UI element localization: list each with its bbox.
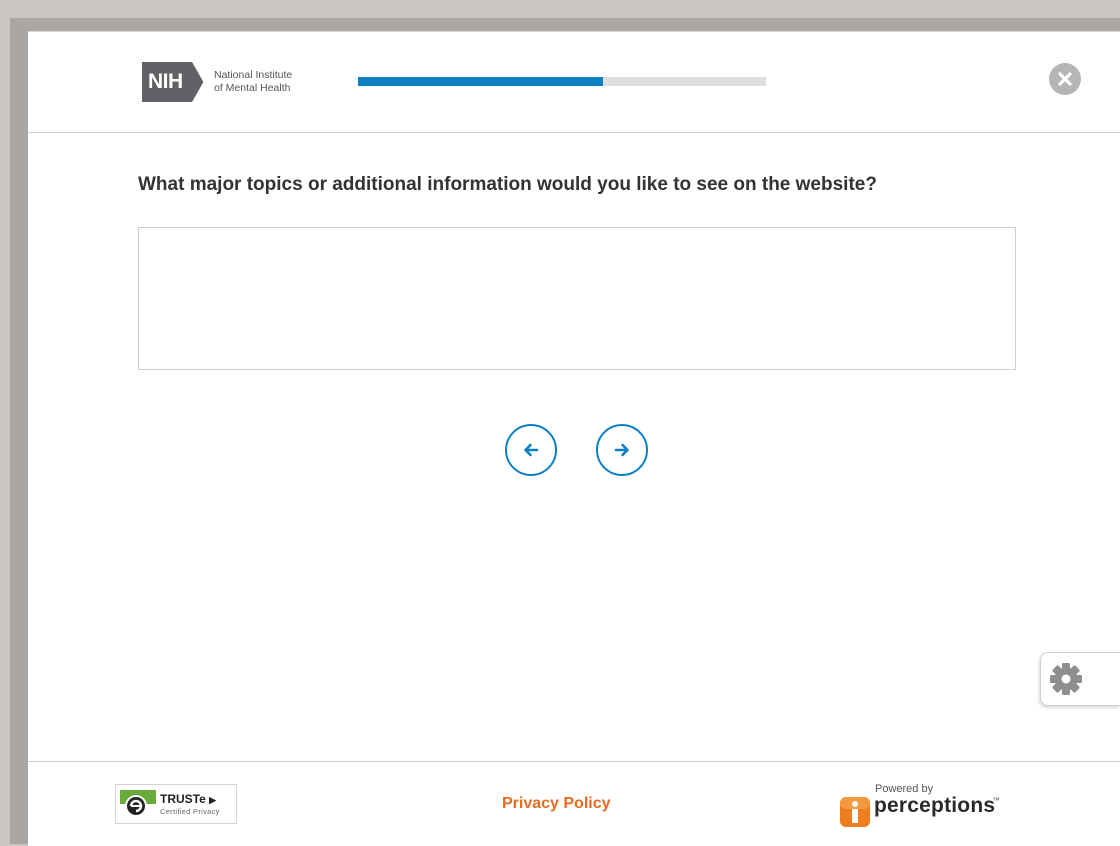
survey-dialog: NIH National Institute of Mental Health … <box>28 31 1120 846</box>
privacy-policy-link[interactable]: Privacy Policy <box>502 795 611 813</box>
nih-logo-badge: NIH <box>142 62 204 102</box>
logo-line-2: of Mental Health <box>214 82 291 94</box>
close-button[interactable] <box>1049 63 1081 95</box>
gear-icon <box>1050 663 1082 695</box>
truste-name-text: TRUSTe <box>160 792 206 806</box>
truste-logo-icon <box>120 790 156 817</box>
truste-badge[interactable]: TRUSTe ▶ Certified Privacy <box>115 784 237 824</box>
question-text: What major topics or additional informat… <box>138 174 877 195</box>
next-button[interactable] <box>596 424 648 476</box>
answer-textarea[interactable] <box>138 227 1016 370</box>
survey-header: NIH National Institute of Mental Health <box>28 32 1120 133</box>
settings-button[interactable] <box>1040 652 1120 706</box>
trademark-mark: ™ <box>992 796 1000 805</box>
logo-line-1: National Institute <box>214 69 293 81</box>
play-arrow-icon: ▶ <box>209 795 217 805</box>
progress-bar-fill <box>358 77 603 86</box>
arrow-left-icon <box>524 443 539 457</box>
logo-abbr: NIH <box>148 70 183 93</box>
progress-bar <box>358 77 766 86</box>
truste-name: TRUSTe ▶ <box>160 792 216 806</box>
logo-text: National Institute of Mental Health <box>214 69 292 95</box>
survey-footer: TRUSTe ▶ Certified Privacy Privacy Polic… <box>28 761 1120 846</box>
truste-subtitle: Certified Privacy <box>160 807 220 816</box>
powered-by-perceptions[interactable]: Powered by perceptions ™ <box>840 782 1040 827</box>
back-button[interactable] <box>505 424 557 476</box>
perceptions-logo-icon <box>840 797 870 827</box>
nimh-logo: NIH National Institute of Mental Health <box>142 62 292 102</box>
perceptions-wordmark: perceptions <box>874 794 996 817</box>
arrow-right-icon <box>614 443 629 457</box>
close-icon <box>1058 72 1072 86</box>
